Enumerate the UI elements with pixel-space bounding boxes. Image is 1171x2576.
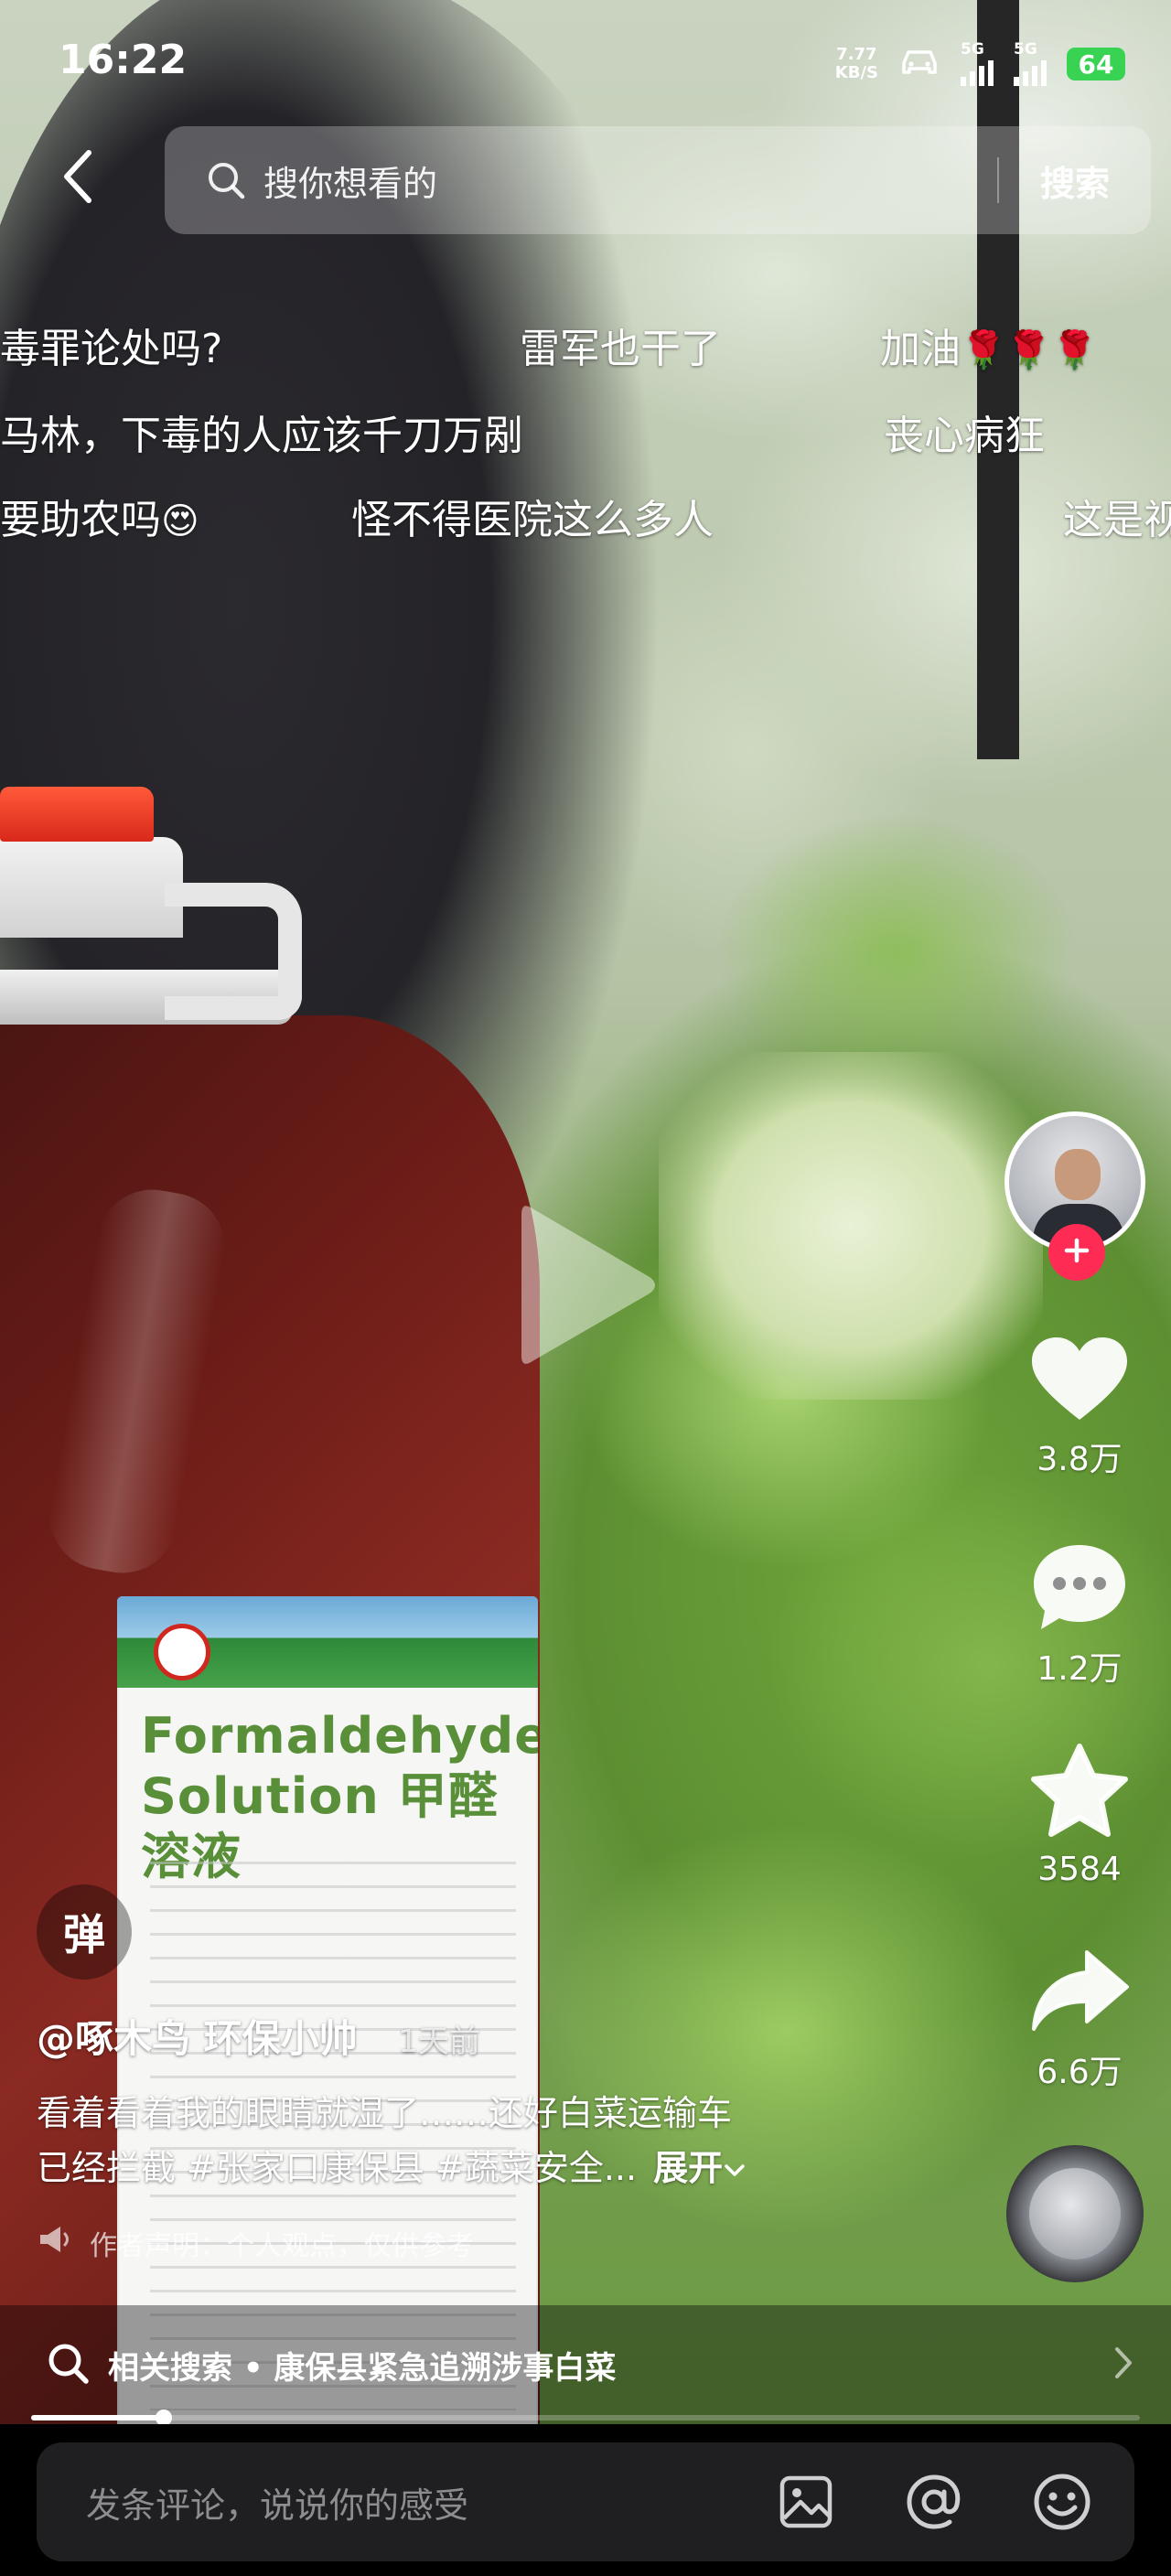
status-bar: 16:22 7.77 KB/S 5G 5G 64: [0, 0, 1171, 128]
bottle-label-logo: [154, 1624, 210, 1680]
danmaku-item: 加油🌹🌹🌹: [880, 316, 1097, 374]
caption-line-text: 已经拦截 #张家口康保县 #蔬菜安全...: [37, 2148, 638, 2188]
like-count: 3.8万: [1037, 1441, 1123, 1478]
network-speed-value: 7.77: [836, 45, 877, 64]
video-progress-bar[interactable]: [31, 2410, 1140, 2426]
share-count: 6.6万: [1037, 2054, 1123, 2091]
author-disclaimer: 作者声明：个人观点，仅供参考: [37, 2223, 474, 2263]
post-time: 1天前: [398, 2023, 480, 2060]
bottle-neck: [0, 837, 183, 938]
status-icons: 7.77 KB/S 5G 5G 64: [835, 42, 1125, 86]
emoji-icon[interactable]: [1030, 2470, 1094, 2534]
video-progress-fill: [31, 2415, 165, 2420]
car-icon: [898, 47, 940, 81]
danmaku-toggle-button[interactable]: 弹: [37, 1884, 132, 1980]
author-line: @啄木鸟 环保小帅 1天前: [37, 2008, 480, 2064]
related-search-separator: •: [242, 2349, 263, 2387]
video-cabbage-heart: [659, 1052, 1043, 1400]
expand-button[interactable]: 展开: [653, 2148, 747, 2188]
related-search-query: 康保县紧急追溯涉事白菜: [274, 2349, 617, 2387]
at-icon[interactable]: [902, 2470, 966, 2534]
signal-bars-icon: [1014, 57, 1047, 86]
sim2-signal: 5G: [1014, 42, 1047, 86]
sim1-signal: 5G: [961, 42, 994, 86]
battery-level: 64: [1078, 48, 1114, 80]
danmaku-toggle-label: 弹: [63, 1910, 105, 1959]
danmaku-text: 丧心病狂: [884, 413, 1045, 459]
chevron-right-icon: [1112, 2345, 1134, 2385]
search-bar[interactable]: 搜你想看的 搜索: [165, 126, 1151, 234]
danmaku-item: 丧心病狂: [884, 402, 1045, 461]
disclaimer-text: 作者声明：个人观点，仅供参考: [90, 2230, 474, 2262]
danmaku-text: 加油: [880, 326, 961, 372]
battery-indicator: 64: [1067, 48, 1125, 80]
author-name[interactable]: @啄木鸟 环保小帅: [37, 2016, 358, 2061]
expand-label: 展开: [653, 2148, 724, 2188]
share-button[interactable]: 6.6万: [1015, 1948, 1144, 2093]
sim2-tag: 5G: [1014, 40, 1037, 59]
comment-button[interactable]: 1.2万: [1015, 1541, 1144, 1690]
image-icon[interactable]: [774, 2470, 838, 2534]
related-search-text: 相关搜索 • 康保县紧急追溯涉事白菜: [108, 2343, 1112, 2388]
danmaku-item: 马林，下毒的人应该千刀万剐: [0, 402, 523, 461]
danmaku-item: 这是视: [1063, 487, 1171, 545]
danmaku-item: 雷军也干了: [520, 316, 721, 374]
caption-line: 看着看着我的眼睛就湿了……还好白菜运输车: [37, 2093, 733, 2133]
rose-emoji: 🌹🌹🌹: [961, 329, 1098, 371]
comment-bubble-icon: [1028, 1545, 1131, 1637]
bottle-label-name: Formaldehyde Solution 甲醛溶液: [117, 1688, 538, 1887]
comment-input-box[interactable]: 发条评论，说说你的感受: [37, 2442, 1134, 2561]
caption-line: 已经拦截 #张家口康保县 #蔬菜安全... 展开: [37, 2141, 961, 2195]
related-search-label: 相关搜索: [108, 2349, 232, 2387]
avatar-face: [1055, 1149, 1101, 1200]
comment-area: 发条评论，说说你的感受: [0, 2424, 1171, 2576]
bottle-label-name-line1: Formaldehyde: [141, 1707, 538, 1765]
network-speed-unit: KB/S: [834, 63, 878, 82]
signal-bars-icon: [961, 57, 994, 86]
danmaku-text: 毒罪论处吗?: [0, 326, 223, 372]
plus-icon: [1063, 1237, 1090, 1268]
danmaku-text: 这是视: [1063, 497, 1171, 543]
heart-eyes-emoji: 😍: [161, 500, 199, 542]
sim1-tag: 5G: [961, 40, 984, 59]
danmaku-item: 怪不得医院这么多人: [351, 487, 714, 545]
danmaku-item: 要助农吗😍: [0, 487, 199, 545]
network-speed: 7.77 KB/S: [835, 46, 878, 82]
comment-input[interactable]: 发条评论，说说你的感受: [86, 2477, 774, 2528]
megaphone-icon: [37, 2224, 73, 2262]
related-search-bar[interactable]: 相关搜索 • 康保县紧急追溯涉事白菜: [0, 2305, 1171, 2424]
heart-icon: [1028, 1337, 1131, 1427]
chevron-down-icon: [723, 2148, 747, 2188]
star-icon: [1028, 1744, 1131, 1845]
music-disc-cover: [1029, 2168, 1121, 2259]
danmaku-text: 雷军也干了: [520, 326, 721, 372]
follow-button[interactable]: [1048, 1224, 1105, 1281]
bottle-handle: [165, 883, 302, 1020]
like-button[interactable]: 3.8万: [1015, 1336, 1144, 1480]
search-input[interactable]: 搜你想看的: [263, 156, 997, 206]
favorite-count: 3584: [1037, 1851, 1122, 1888]
bottle-cap: [0, 787, 154, 842]
back-button[interactable]: [46, 137, 110, 220]
music-disc[interactable]: [1006, 2145, 1144, 2282]
danmaku-text: 要助农吗: [0, 497, 161, 543]
comment-count: 1.2万: [1037, 1650, 1123, 1688]
search-icon: [46, 2341, 90, 2388]
danmaku-item: 毒罪论处吗?: [0, 316, 222, 374]
chevron-left-icon: [59, 147, 96, 209]
favorite-button[interactable]: 3584: [1015, 1743, 1144, 1888]
search-button[interactable]: 搜索: [999, 156, 1151, 206]
post-caption[interactable]: 看着看着我的眼睛就湿了……还好白菜运输车 已经拦截 #张家口康保县 #蔬菜安全.…: [37, 2086, 961, 2195]
status-time: 16:22: [59, 37, 188, 83]
play-icon[interactable]: [503, 1189, 668, 1381]
search-icon: [203, 157, 249, 203]
danmaku-text: 怪不得医院这么多人: [351, 497, 714, 543]
danmaku-text: 马林，下毒的人应该千刀万剐: [0, 413, 523, 459]
share-arrow-icon: [1028, 1950, 1131, 2040]
